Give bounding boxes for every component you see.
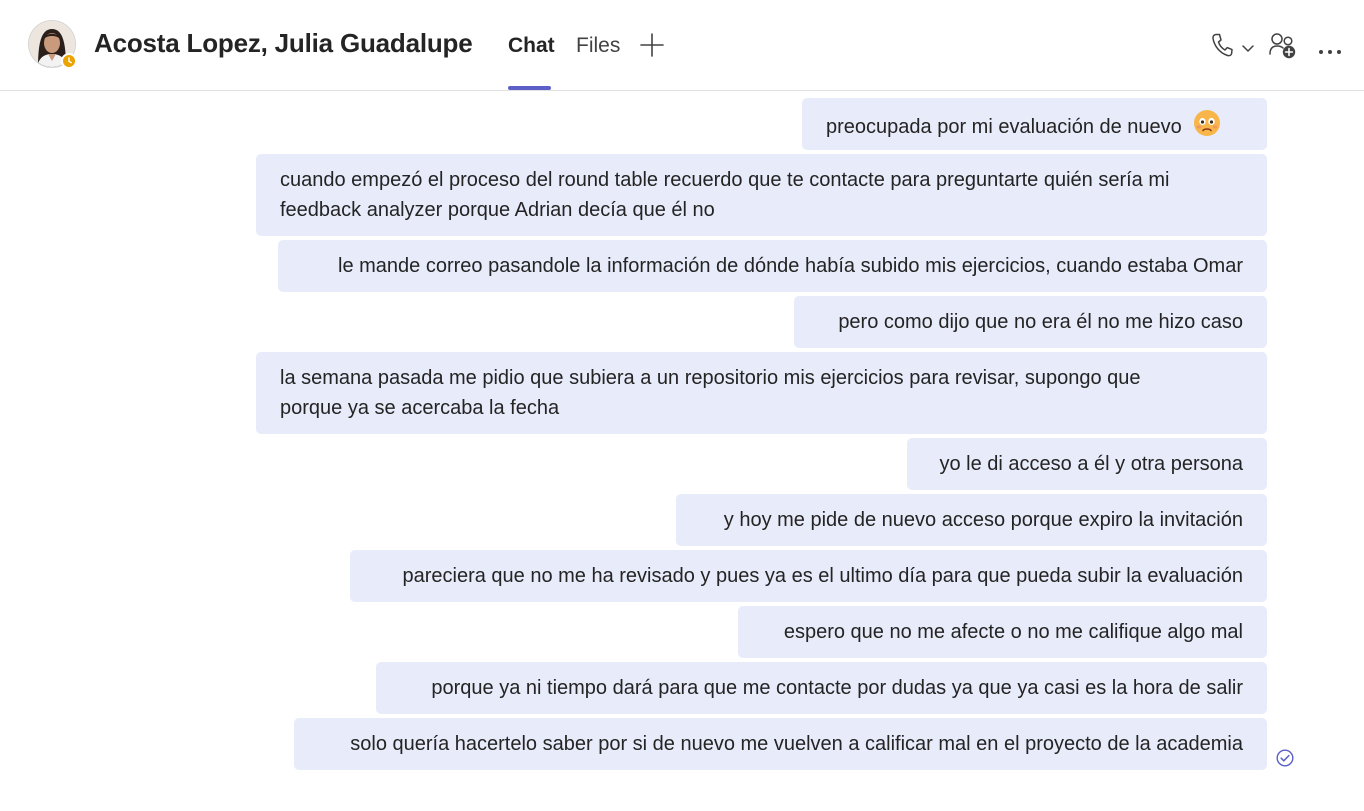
- message-bubble[interactable]: y hoy me pide de nuevo acceso porque exp…: [676, 494, 1267, 546]
- message-text: solo quería hacertelo saber por si de nu…: [350, 733, 1243, 755]
- message-text: porque ya ni tiempo dará para que me con…: [431, 677, 1243, 699]
- message-bubble[interactable]: le mande correo pasandole la información…: [278, 240, 1267, 292]
- tab-chat[interactable]: Chat: [508, 34, 555, 58]
- chat-header: Acosta Lopez, Julia Guadalupe Chat Files: [0, 0, 1364, 91]
- message-bubble[interactable]: la semana pasada me pidio que subiera a …: [256, 352, 1267, 434]
- audio-call-button[interactable]: [1210, 32, 1234, 63]
- message-text: yo le di acceso a él y otra persona: [939, 453, 1243, 475]
- message-bubble[interactable]: pareciera que no me ha revisado y pues y…: [350, 550, 1267, 602]
- message-text: preocupada por mi evaluación de nuevo: [826, 115, 1182, 138]
- more-options-button[interactable]: [1318, 42, 1342, 60]
- plus-icon: [640, 33, 664, 57]
- message-bubble[interactable]: solo quería hacertelo saber por si de nu…: [294, 718, 1267, 770]
- message-bubble[interactable]: preocupada por mi evaluación de nuevo: [802, 98, 1267, 150]
- message-bubble[interactable]: yo le di acceso a él y otra persona: [907, 438, 1267, 490]
- message-list: preocupada por mi evaluación de nuevo cu…: [0, 92, 1364, 811]
- message-text: pareciera que no me ha revisado y pues y…: [402, 565, 1243, 587]
- call-options-button[interactable]: [1241, 40, 1255, 58]
- message-bubble[interactable]: espero que no me afecte o no me califiqu…: [738, 606, 1267, 658]
- add-people-button[interactable]: [1268, 32, 1298, 65]
- message-bubble[interactable]: porque ya ni tiempo dará para que me con…: [376, 662, 1267, 714]
- worried-face-emoji-icon: [1193, 109, 1221, 146]
- message-text: la semana pasada me pidio que subiera a …: [280, 367, 1141, 419]
- add-people-icon: [1269, 33, 1296, 59]
- chevron-down-icon: [1242, 45, 1254, 52]
- message-bubble[interactable]: cuando empezó el proceso del round table…: [256, 154, 1267, 236]
- message-text: cuando empezó el proceso del round table…: [280, 169, 1170, 221]
- message-bubble[interactable]: pero como dijo que no era él no me hizo …: [794, 296, 1267, 348]
- read-receipt-icon: [1276, 749, 1294, 772]
- tab-files[interactable]: Files: [576, 34, 620, 58]
- message-text: le mande correo pasandole la información…: [338, 255, 1243, 277]
- active-tab-indicator: [508, 86, 551, 90]
- clock-icon: [68, 57, 72, 64]
- message-text: pero como dijo que no era él no me hizo …: [838, 311, 1243, 333]
- more-options-icon: [1319, 50, 1341, 54]
- message-text: espero que no me afecte o no me califiqu…: [783, 621, 1243, 643]
- contact-name: Acosta Lopez, Julia Guadalupe: [94, 28, 473, 58]
- add-tab-button[interactable]: [640, 33, 664, 57]
- phone-icon: [1212, 33, 1233, 57]
- message-text: y hoy me pide de nuevo acceso porque exp…: [723, 509, 1243, 531]
- presence-away-badge: [61, 53, 77, 69]
